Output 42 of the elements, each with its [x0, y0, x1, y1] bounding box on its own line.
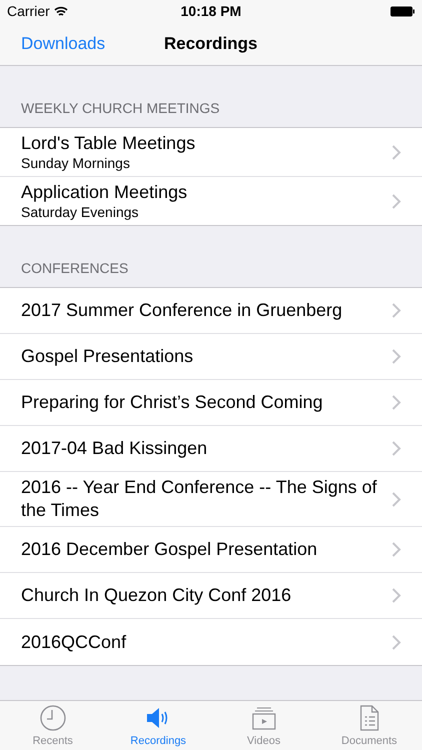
list-row[interactable]: 2017 Summer Conference in Gruenberg — [0, 288, 422, 334]
list-row[interactable]: Lord's Table Meetings Sunday Mornings — [0, 128, 422, 177]
list-row[interactable]: Church In Quezon City Conf 2016 — [0, 573, 422, 619]
row-title: 2016 -- Year End Conference -- The Signs of the Times — [21, 476, 378, 522]
chevron-icon — [392, 588, 401, 603]
list-row[interactable]: 2016 December Gospel Presentation — [0, 527, 422, 573]
row-title: 2017-04 Bad Kissingen — [21, 437, 208, 460]
row-title: Gospel Presentations — [21, 345, 194, 368]
chevron-icon — [392, 144, 401, 160]
tab-item[interactable]: Recordings — [106, 701, 211, 750]
list-row[interactable]: Preparing for Christ’s Second Coming — [0, 380, 422, 426]
list-row[interactable]: Application Meetings Saturday Evenings — [0, 177, 422, 225]
section-header: WEEKLY CHURCH MEETINGS — [21, 99, 220, 118]
clock-icon — [38, 703, 68, 734]
chevron-icon — [392, 542, 401, 557]
row-subtitle: Saturday Evenings — [21, 204, 140, 221]
section-header: CONFERENCES — [21, 259, 128, 278]
chevron-icon — [392, 303, 401, 318]
nav-title: Recordings — [164, 32, 258, 55]
chevron-icon — [392, 349, 401, 364]
chevron-icon — [392, 441, 401, 456]
list-row[interactable]: 2016 -- Year End Conference -- The Signs of the Times — [0, 472, 422, 527]
carrier-name: Carrier — [7, 2, 50, 20]
status-time: 10:18 PM — [180, 2, 242, 20]
battery-icon — [390, 6, 415, 16]
row-title: Church In Quezon City Conf 2016 — [21, 584, 292, 607]
back-button[interactable]: Downloads — [21, 30, 164, 56]
row-title: 2017 Summer Conference in Gruenberg — [21, 299, 344, 322]
chevron-icon — [392, 634, 401, 650]
chevron-icon — [392, 492, 401, 506]
wifi-icon — [54, 6, 68, 16]
row-subtitle: Sunday Mornings — [21, 155, 131, 172]
row-title: Lord's Table Meetings — [21, 132, 196, 155]
row-title: 2016 December Gospel Presentation — [21, 538, 318, 561]
chevron-icon — [392, 395, 401, 410]
row-title: Preparing for Christ’s Second Coming — [21, 391, 324, 414]
chevron-icon — [392, 194, 401, 208]
list-row[interactable]: 2016QCConf — [0, 619, 422, 665]
row-title: Application Meetings — [21, 181, 188, 204]
list-row[interactable]: Gospel Presentations — [0, 334, 422, 380]
list-row[interactable]: 2017-04 Bad Kissingen — [0, 426, 422, 472]
row-title: 2016QCConf — [21, 630, 128, 654]
